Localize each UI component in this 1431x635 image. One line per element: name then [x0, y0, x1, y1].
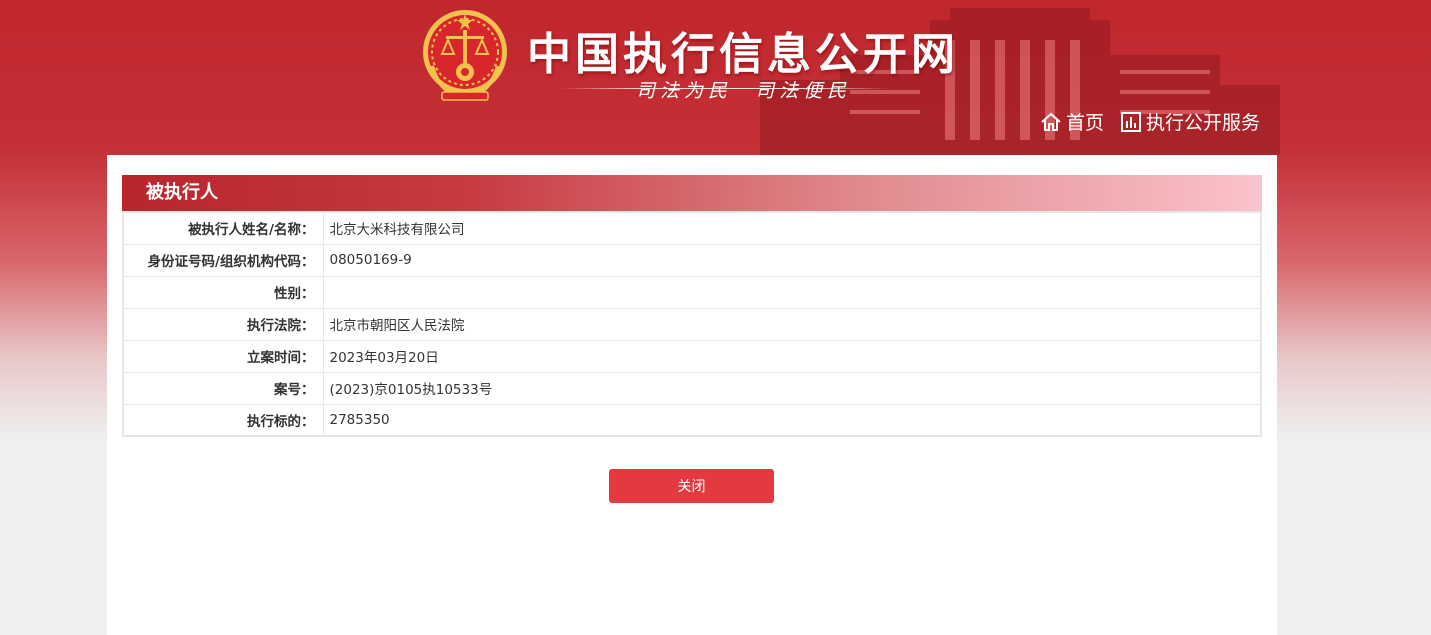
row-label: 执行标的：: [122, 403, 324, 437]
row-value: 2785350: [322, 403, 1262, 437]
info-table: 被执行人姓名/名称： 北京大米科技有限公司 身份证号码/组织机构代码： 0805…: [122, 211, 1262, 437]
nav-home-label: 首页: [1066, 112, 1105, 134]
table-row: 被执行人姓名/名称： 北京大米科技有限公司: [122, 211, 1262, 245]
nav-home[interactable]: 首页: [1040, 108, 1104, 135]
site-title: 中国执行信息公开网: [527, 29, 959, 80]
detail-panel: 被执行人 被执行人姓名/名称： 北京大米科技有限公司 身份证号码/组织机构代码：…: [107, 155, 1277, 635]
row-label: 被执行人姓名/名称：: [122, 211, 324, 245]
row-label: 案号：: [122, 371, 324, 405]
table-row: 案号： (2023)京0105执10533号: [122, 371, 1262, 405]
court-emblem-logo: [423, 10, 507, 101]
row-label: 性别：: [122, 275, 324, 309]
table-row: 性别：: [122, 275, 1262, 309]
site-slogan: 司法为民 司法便民: [630, 76, 857, 103]
row-label: 执行法院：: [122, 307, 324, 341]
row-value: 08050169-9: [322, 243, 1262, 277]
row-label: 立案时间：: [122, 339, 324, 373]
table-row: 身份证号码/组织机构代码： 08050169-9: [122, 243, 1262, 277]
row-value: [322, 275, 1262, 309]
home-icon: [1041, 112, 1061, 131]
table-row: 立案时间： 2023年03月20日: [122, 339, 1262, 373]
table-row: 执行标的： 2785350: [122, 403, 1262, 437]
nav-enforcement-service-label: 执行公开服务: [1146, 112, 1261, 134]
row-value: (2023)京0105执10533号: [322, 371, 1262, 405]
panel-title: 被执行人: [122, 175, 1262, 211]
nav-enforcement-service[interactable]: 执行公开服务: [1120, 108, 1260, 135]
row-value: 2023年03月20日: [322, 339, 1262, 373]
chart-icon: [1121, 111, 1142, 132]
row-value: 北京市朝阳区人民法院: [322, 307, 1262, 341]
slogan-right: 司法便民: [755, 80, 852, 102]
close-button[interactable]: 关闭: [609, 469, 774, 503]
row-label: 身份证号码/组织机构代码：: [122, 243, 324, 277]
top-nav: 首页 执行公开服务: [1040, 108, 1260, 135]
row-value: 北京大米科技有限公司: [322, 211, 1262, 245]
table-row: 执行法院： 北京市朝阳区人民法院: [122, 307, 1262, 341]
site-header: 中国执行信息公开网 司法为民 司法便民 首页 执行公开服务: [0, 0, 1431, 155]
slogan-left: 司法为民: [636, 80, 733, 102]
